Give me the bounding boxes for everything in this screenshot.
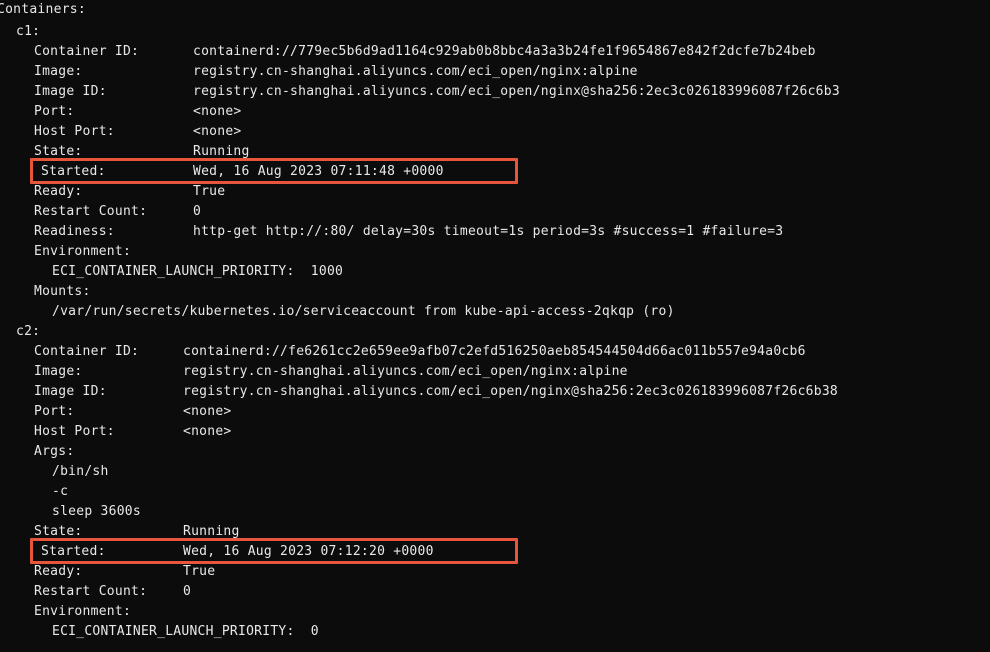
field-value-ready-c2: True [183,564,216,579]
field-value-started-c2: Wed, 16 Aug 2023 07:12:20 +0000 [183,544,434,559]
field-value-started-c1: Wed, 16 Aug 2023 07:11:48 +0000 [193,164,444,179]
field-value-state-c2: Running [183,524,240,539]
field-value-image-id-c2: registry.cn-shanghai.aliyuncs.com/eci_op… [183,384,839,399]
field-label-image-id: Image ID: [34,84,107,99]
field-label-restart-count-c2: Restart Count: [34,584,148,599]
field-value-image: registry.cn-shanghai.aliyuncs.com/eci_op… [193,64,638,79]
field-label-state-c2: State: [34,524,83,539]
environment-entry-c1: ECI_CONTAINER_LAUNCH_PRIORITY: 1000 [52,264,344,279]
field-value-port: <none> [193,104,242,119]
field-label-started-c2: Started: [41,544,106,559]
field-label-container-id: Container ID: [34,44,140,59]
environment-entry-c2: ECI_CONTAINER_LAUNCH_PRIORITY: 0 [52,624,319,639]
field-value-restart-count-c2: 0 [183,584,192,599]
args-entry-1: -c [52,484,69,499]
field-value-port-c2: <none> [183,404,232,419]
field-label-mounts-c1: Mounts: [34,284,91,299]
field-label-ready: Ready: [34,184,83,199]
args-entry-0: /bin/sh [52,464,109,479]
field-label-image-id-c2: Image ID: [34,384,107,399]
field-label-environment-c1: Environment: [34,244,132,259]
field-label-port: Port: [34,104,75,119]
field-label-state: State: [34,144,83,159]
terminal-output-pane[interactable]: Containers: c1: Container ID: containerd… [0,0,990,652]
field-value-state: Running [193,144,250,159]
field-value-host-port: <none> [193,124,242,139]
args-entry-2: sleep 3600s [52,504,141,519]
field-label-environment-c2: Environment: [34,604,132,619]
field-value-container-id-c2: containerd://fe6261cc2e659ee9afb07c2efd5… [183,344,806,359]
containers-root-label: Containers: [0,2,86,17]
field-label-readiness: Readiness: [34,224,115,239]
field-label-image: Image: [34,64,83,79]
container-name-c1: c1: [16,24,41,39]
field-label-container-id-c2: Container ID: [34,344,140,359]
field-label-started-c1: Started: [41,164,106,179]
field-value-ready: True [193,184,226,199]
container-name-c2: c2: [16,324,41,339]
field-label-host-port: Host Port: [34,124,115,139]
field-label-ready-c2: Ready: [34,564,83,579]
field-value-container-id: containerd://779ec5b6d9ad1164c929ab0b8bb… [193,44,816,59]
field-label-args-c2: Args: [34,444,75,459]
field-label-image-c2: Image: [34,364,83,379]
field-value-image-c2: registry.cn-shanghai.aliyuncs.com/eci_op… [183,364,628,379]
field-value-restart-count: 0 [193,204,202,219]
field-value-readiness: http-get http://:80/ delay=30s timeout=1… [193,224,784,239]
field-label-restart-count: Restart Count: [34,204,148,219]
field-value-host-port-c2: <none> [183,424,232,439]
mounts-entry-c1: /var/run/secrets/kubernetes.io/serviceac… [52,304,675,319]
field-value-image-id: registry.cn-shanghai.aliyuncs.com/eci_op… [193,84,840,99]
field-label-host-port-c2: Host Port: [34,424,115,439]
field-label-port-c2: Port: [34,404,75,419]
